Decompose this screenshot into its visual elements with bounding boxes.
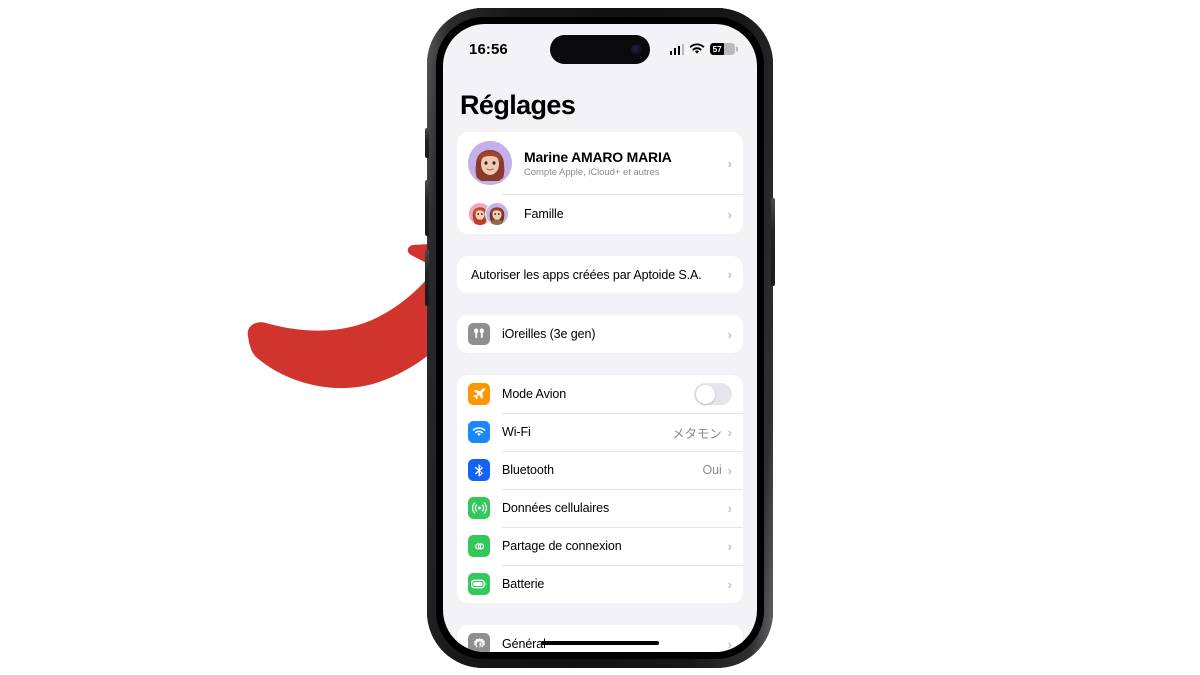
airpods-icon [468,323,490,345]
donnees-cellulaires-row[interactable]: Données cellulaires › [457,489,743,527]
devices-group: iOreilles (3e gen) › [457,315,743,353]
donnees-cellulaires-label: Données cellulaires [502,501,610,515]
famille-avatars [468,202,514,226]
battery-icon: 57 [710,42,738,56]
chevron-right-icon: › [727,326,732,342]
airplane-icon [468,383,490,405]
partage-connexion-row[interactable]: Partage de connexion › [457,527,743,565]
hotspot-link-icon [468,535,490,557]
settings-content: Réglages Marine AMARO MARIA Compte Apple… [443,70,757,652]
page-title: Réglages [460,90,576,120]
phone-bezel: 16:56 57 Réglages Marine AMARO MARIA Com… [436,17,764,659]
home-indicator[interactable] [541,640,659,645]
bluetooth-row[interactable]: Bluetooth Oui › [457,451,743,489]
famille-row[interactable]: Famille › [457,194,743,234]
system-group: Général › [457,625,743,652]
bluetooth-label: Bluetooth [502,463,554,477]
partage-connexion-label: Partage de connexion [502,539,622,553]
mode-avion-label: Mode Avion [502,387,567,401]
battery-icon [468,573,490,595]
developer-apps-group: Autoriser les apps créées par Aptoide S.… [457,256,743,293]
phone-screen: 16:56 57 Réglages Marine AMARO MARIA Com… [443,24,757,652]
apple-account-row[interactable]: Marine AMARO MARIA Compte Apple, iCloud+… [457,132,743,194]
memoji-avatar [468,141,512,185]
autoriser-apps-row[interactable]: Autoriser les apps créées par Aptoide S.… [457,256,743,293]
general-row[interactable]: Général › [457,625,743,652]
volume-down-button[interactable] [425,250,429,306]
chevron-right-icon: › [727,538,732,554]
account-group: Marine AMARO MARIA Compte Apple, iCloud+… [457,132,743,234]
status-time: 16:56 [469,40,508,58]
profile-subtitle: Compte Apple, iCloud+ et autres [524,166,660,178]
wifi-label: Wi-Fi [502,425,531,439]
battery-percent-label: 57 [712,44,722,54]
chevron-right-icon: › [727,636,732,652]
wifi-icon [468,421,490,443]
status-indicators: 57 [669,39,738,56]
power-button[interactable] [771,198,775,286]
profile-text: Marine AMARO MARIA Compte Apple, iCloud+… [524,149,728,178]
chevron-right-icon: › [727,424,732,440]
autoriser-apps-label: Autoriser les apps créées par Aptoide S.… [471,267,702,282]
chevron-right-icon: › [727,267,732,282]
wifi-value: メタモン [672,426,722,441]
mute-switch-button[interactable] [425,128,429,158]
wifi-row[interactable]: Wi-Fi メタモン › [457,413,743,451]
chevron-right-icon: › [727,155,732,171]
ioreilles-label: iOreilles (3e gen) [502,327,596,341]
battery-cap [736,46,738,52]
ioreilles-row[interactable]: iOreilles (3e gen) › [457,315,743,353]
dynamic-island [550,35,650,64]
famille-label: Famille [524,207,564,221]
chevron-right-icon: › [727,576,732,592]
chevron-right-icon: › [727,206,732,222]
bluetooth-value: Oui [702,463,722,477]
gear-icon [468,633,490,652]
bluetooth-icon [468,459,490,481]
toggle-knob [695,384,715,404]
memoji-avatar-purple [485,202,509,226]
chevron-right-icon: › [727,462,732,478]
iphone-device-frame: 16:56 57 Réglages Marine AMARO MARIA Com… [425,8,775,668]
mode-avion-row[interactable]: Mode Avion [457,375,743,413]
mode-avion-toggle[interactable] [694,383,732,405]
connectivity-group: Mode Avion Wi-Fi メタモン › Bluetooth Oui › … [457,375,743,603]
batterie-row[interactable]: Batterie › [457,565,743,603]
screenshot-canvas: 16:56 57 Réglages Marine AMARO MARIA Com… [0,0,1200,675]
batterie-label: Batterie [502,577,545,591]
profile-name: Marine AMARO MARIA [524,148,672,165]
wifi-icon [689,43,705,54]
front-camera-icon [631,44,642,55]
memoji-face-icon [486,203,508,225]
cellular-antenna-icon [468,497,490,519]
volume-up-button[interactable] [425,180,429,236]
chevron-right-icon: › [727,500,732,516]
signal-bars-icon [669,43,684,55]
memoji-face-icon [468,141,512,185]
